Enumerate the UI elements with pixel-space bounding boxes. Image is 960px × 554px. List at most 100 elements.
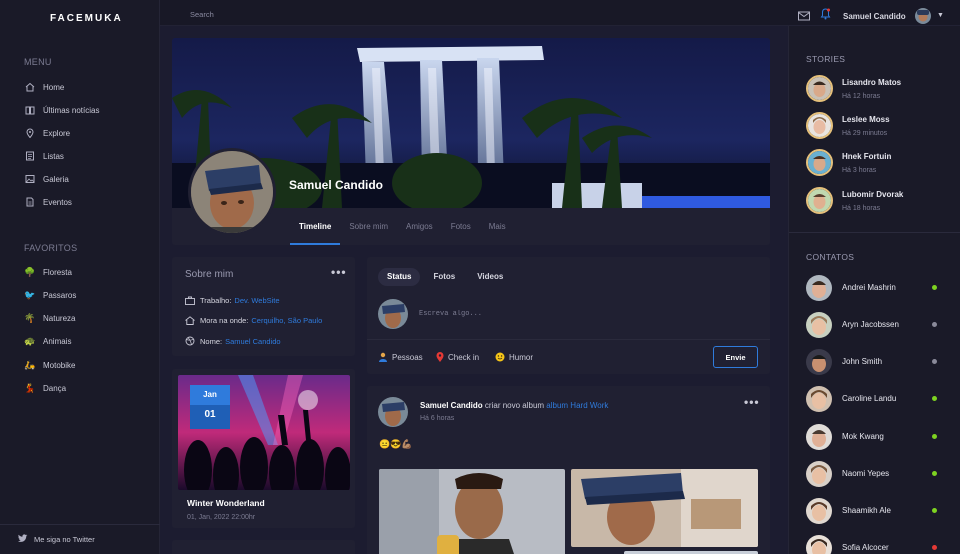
favorite-item-forest[interactable]: 🌳 Floresta [24, 264, 72, 280]
story-time: Há 29 minutos [842, 130, 888, 137]
briefcase-icon [185, 296, 196, 305]
tag-people-button[interactable]: Pessoas [378, 352, 423, 362]
tab-photos[interactable]: Fotos [424, 268, 464, 286]
story-avatar [806, 187, 833, 214]
sidebar-item-label: Explore [43, 128, 71, 138]
document-icon [24, 196, 36, 208]
main-content: Samuel Candido Timeline Sobre mim Amigos… [160, 26, 788, 554]
chevron-down-icon[interactable]: ▼ [937, 12, 944, 19]
favorite-item-motobike[interactable]: 🛵 Motobike [24, 357, 75, 373]
app-logo[interactable]: FACEMUKA [50, 13, 123, 24]
contact-item[interactable]: Naomi Yepes [806, 461, 940, 487]
contact-item[interactable]: Shaamikh Ale [806, 498, 940, 524]
animal-icon: 🐢 [24, 335, 36, 346]
post-author-avatar[interactable] [378, 397, 408, 427]
image-icon [24, 173, 36, 185]
contact-avatar [806, 349, 832, 375]
contact-item[interactable]: Andrei Mashrin [806, 275, 940, 301]
tab-about[interactable]: Sobre mim [340, 210, 397, 245]
tab-status[interactable]: Status [378, 268, 421, 286]
favorite-item-label: Floresta [43, 267, 72, 277]
post-author-name[interactable]: Samuel Candido [420, 401, 483, 410]
status-dot-busy [932, 545, 937, 550]
favorite-item-nature[interactable]: 🌴 Natureza [24, 310, 75, 326]
favorite-item-dance[interactable]: 💃 Dança [24, 380, 66, 396]
tab-videos[interactable]: Videos [468, 268, 512, 286]
album-photo-1[interactable] [379, 469, 565, 554]
notification-bell-icon[interactable] [820, 7, 832, 20]
check-in-button[interactable]: Check in [436, 352, 479, 362]
mail-icon[interactable] [798, 8, 810, 21]
book-icon [24, 104, 36, 116]
sidebar-item-events[interactable]: Eventos [24, 194, 72, 210]
story-item[interactable]: Leslee Moss Há 29 minutos [806, 112, 956, 142]
profile-cover-card: Samuel Candido Timeline Sobre mim Amigos… [172, 38, 770, 245]
event-title: Winter Wonderland [187, 498, 265, 508]
favorite-item-label: Natureza [43, 313, 76, 323]
event-month: Jan [190, 385, 230, 405]
sidebar-item-label: Eventos [43, 197, 72, 207]
about-work-link[interactable]: Dev. WebSite [234, 296, 279, 305]
story-item[interactable]: Hnek Fortuin Há 3 horas [806, 149, 956, 179]
dribbble-icon [185, 336, 196, 346]
status-dot-away [932, 322, 937, 327]
check-in-label: Check in [448, 352, 480, 362]
status-dot-away [932, 359, 937, 364]
event-day: 01 [190, 405, 230, 429]
tab-more[interactable]: Mais [480, 210, 515, 245]
story-name: Leslee Moss [842, 115, 890, 124]
sidebar-item-home[interactable]: Home [24, 79, 64, 95]
contact-item[interactable]: Aryn Jacobssen [806, 312, 940, 338]
story-item[interactable]: Lisandro Matos Há 12 horas [806, 75, 956, 105]
about-location-link[interactable]: Cerquilho, São Paulo [251, 316, 322, 325]
story-avatar [806, 75, 833, 102]
search-input[interactable] [190, 7, 390, 21]
divider [789, 232, 960, 233]
contact-avatar [806, 498, 832, 524]
menu-section-title: MENU [24, 57, 52, 67]
favorite-item-animals[interactable]: 🐢 Animais [24, 333, 71, 349]
status-dot-online [932, 396, 937, 401]
contact-item[interactable]: Mok Kwang [806, 424, 940, 450]
more-options-icon[interactable]: ••• [331, 265, 347, 279]
home-icon [185, 316, 196, 325]
tab-photos[interactable]: Fotos [442, 210, 480, 245]
contact-item[interactable]: Caroline Landu [806, 386, 940, 412]
sidebar-item-explore[interactable]: Explore [24, 125, 70, 141]
twitter-follow-link[interactable]: Me siga no Twitter [0, 524, 160, 554]
story-item[interactable]: Lubomir Dvorak Há 18 horas [806, 187, 956, 217]
about-title: Sobre mim [185, 269, 234, 280]
send-button[interactable]: Envie [713, 346, 758, 368]
about-name-link[interactable]: Samuel Candido [225, 337, 280, 346]
feed-post-card: Samuel Candido criar novo album album Ha… [367, 386, 770, 554]
current-user-name[interactable]: Samuel Candido [843, 12, 906, 21]
sidebar-item-label: Últimas notícias [43, 105, 100, 115]
contact-avatar [806, 461, 832, 487]
profile-tabs: Timeline Sobre mim Amigos Fotos Mais [290, 210, 515, 245]
sidebar-item-lists[interactable]: Listas [24, 148, 64, 164]
album-photo-2[interactable] [571, 469, 758, 547]
tab-timeline[interactable]: Timeline [290, 210, 341, 245]
contact-avatar [806, 535, 832, 554]
story-time: Há 18 horas [842, 205, 881, 212]
palm-icon: 🌴 [24, 312, 36, 323]
stories-title: STORIES [806, 54, 846, 64]
favorites-section-title: FAVORITOS [24, 243, 78, 253]
post-album-link[interactable]: album Hard Work [546, 401, 608, 410]
contact-item[interactable]: Sofia Alcocer [806, 535, 940, 554]
sidebar-item-gallery[interactable]: Galeria [24, 171, 69, 187]
more-options-icon[interactable]: ••• [744, 395, 760, 409]
tab-friends[interactable]: Amigos [397, 210, 442, 245]
current-user-avatar[interactable] [915, 8, 931, 24]
status-input[interactable] [419, 307, 699, 321]
favorite-item-birds[interactable]: 🐦 Passaros [24, 287, 76, 303]
contact-name: Naomi Yepes [842, 469, 890, 478]
contact-name: Shaamikh Ale [842, 506, 891, 515]
profile-avatar[interactable] [188, 148, 276, 236]
contact-item[interactable]: John Smith [806, 349, 940, 375]
story-avatar [806, 149, 833, 176]
event-card[interactable]: Jan 01 Winter Wonderland 01, Jan, 2022 2… [172, 369, 355, 528]
mood-button[interactable]: Humor [495, 352, 533, 362]
contact-avatar [806, 424, 832, 450]
sidebar-item-news[interactable]: Últimas notícias [24, 102, 99, 118]
